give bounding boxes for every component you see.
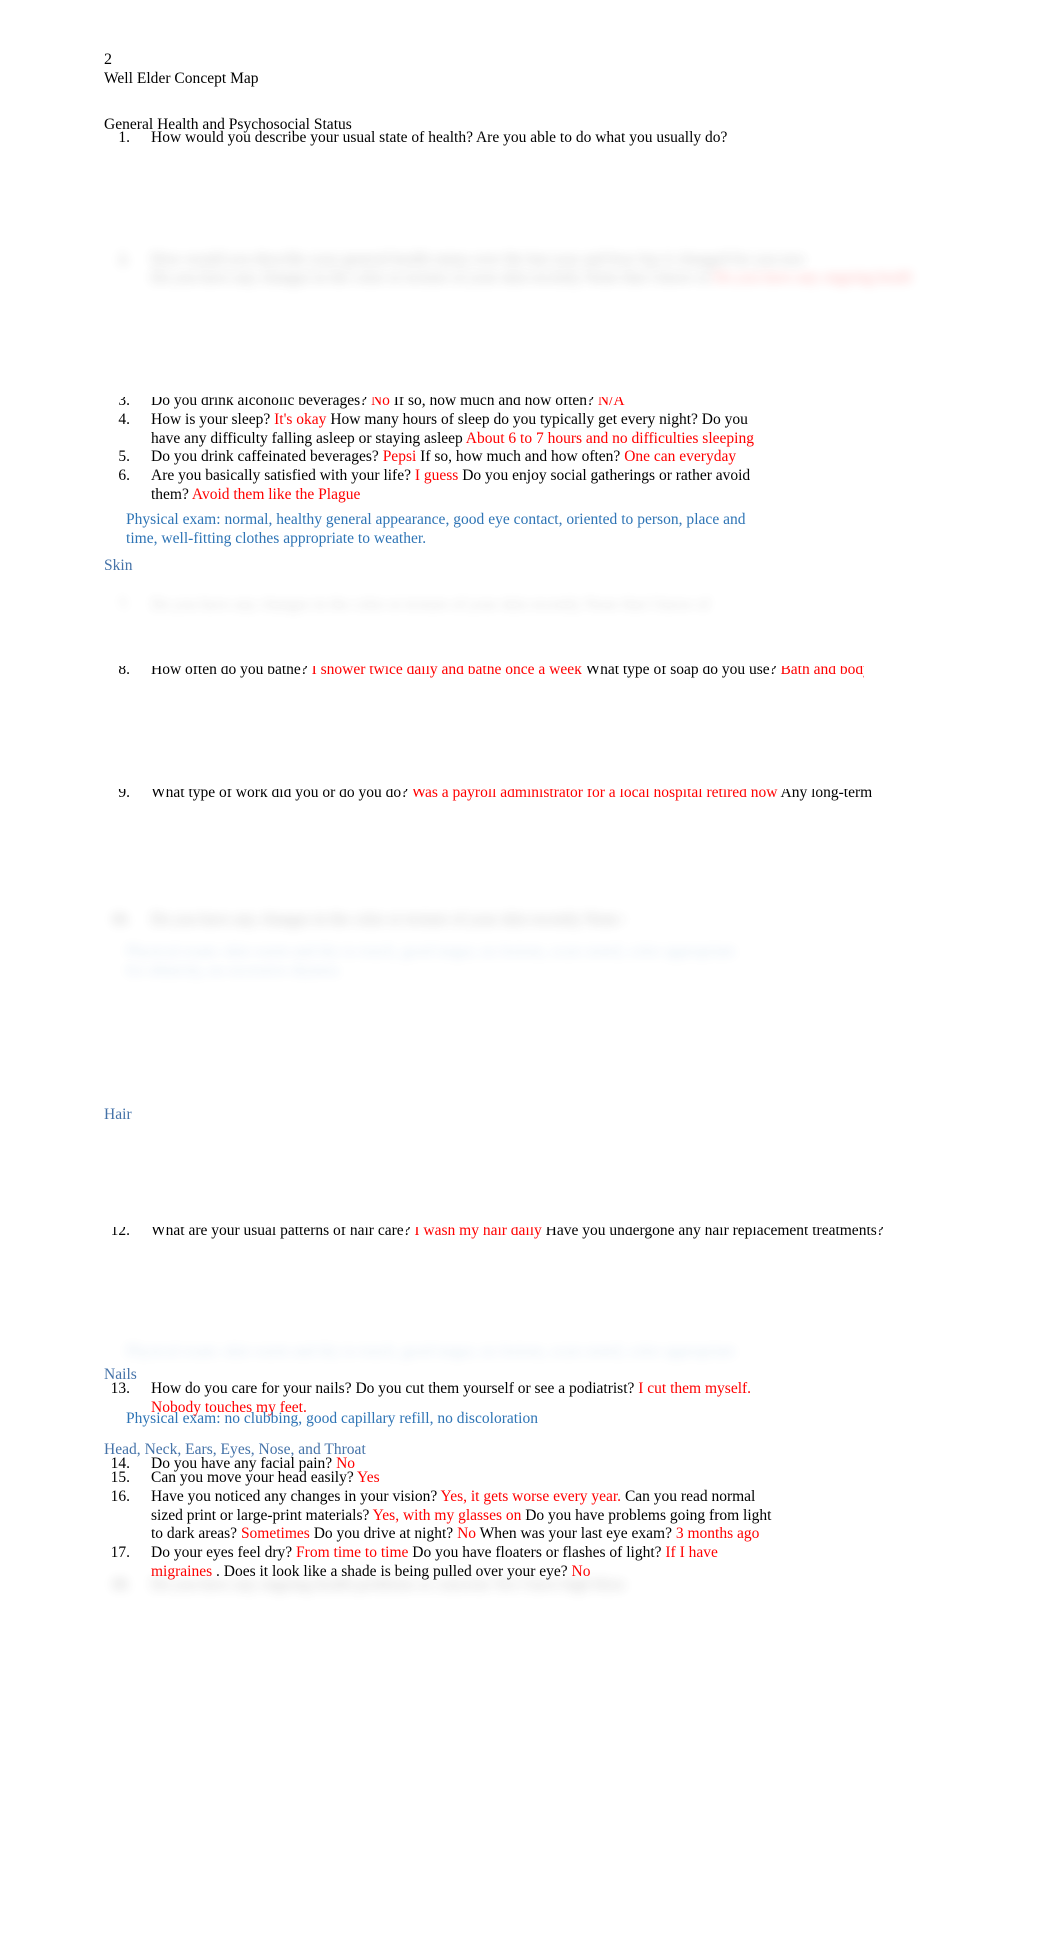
- list-number: 5.: [118, 448, 130, 465]
- redacted-text: Do you have any ongoing health problems …: [151, 1576, 624, 1593]
- question-text-2: Do you have floaters or flashes of light…: [412, 1544, 666, 1561]
- question-text: Do you drink alcoholic beverages?: [151, 397, 371, 409]
- list-number: 2.: [118, 251, 130, 268]
- answer-text-2: N/A: [597, 397, 625, 409]
- question-text: Have you noticed any changes in your vis…: [151, 1488, 441, 1505]
- section-heading-hair: Hair: [104, 1106, 132, 1123]
- answer-text: Was a payroll administrator for a local …: [411, 789, 781, 801]
- list-item-question-4: 4. How is your sleep? It's okay How many…: [104, 411, 764, 448]
- list-number: 16.: [110, 1488, 130, 1505]
- question-text-2: Any long-term: [780, 789, 873, 801]
- document-page: 2 Well Elder Concept Map General Health …: [0, 0, 1062, 1936]
- answer-text-2: One can everyday: [624, 448, 737, 465]
- question-text: What type of work did you or do you do?: [151, 789, 412, 801]
- list-item-question-3: 3. Do you drink alcoholic beverages? No …: [104, 397, 864, 410]
- redacted-question-2-line2: Do you have any changes in the color or …: [151, 269, 911, 288]
- question-text: Do you drink caffeinated beverages?: [151, 448, 383, 465]
- question-text: What are your usual patterns of hair car…: [151, 1227, 415, 1239]
- question-text-5: When was your last eye exam?: [479, 1525, 676, 1543]
- list-number: 6.: [118, 467, 130, 484]
- list-item-question-12: 12. What are your usual patterns of hair…: [104, 1227, 884, 1240]
- list-number: 9.: [118, 789, 130, 801]
- list-item-question-5: 5. Do you drink caffeinated beverages? P…: [104, 448, 784, 467]
- list-number: 15.: [110, 1469, 130, 1486]
- redacted-answer: Do you have any ongoing health problems …: [713, 269, 911, 286]
- answer-text: Yes, it gets worse every year.: [440, 1488, 625, 1505]
- physical-exam-nails: Physical exam: no clubbing, good capilla…: [126, 1410, 538, 1427]
- list-item-question-9: 9. What type of work did you or do you d…: [104, 789, 874, 802]
- list-number: 1.: [118, 129, 130, 146]
- answer-text-2: Avoid them like the Plague: [191, 485, 361, 503]
- list-number: 13.: [110, 1380, 130, 1397]
- redacted-question-10: 10. Do you have any changes in the color…: [104, 911, 624, 930]
- question-text: Can you move your head easily?: [151, 1469, 358, 1486]
- redacted-text: Do you have any changes in the color or …: [151, 596, 710, 613]
- answer-text: From time to time: [296, 1544, 413, 1561]
- answer-text: I guess: [414, 467, 463, 484]
- answer-text: Pepsi: [382, 448, 421, 465]
- answer-text-2: About 6 to 7 hours and no difficulties s…: [465, 429, 754, 447]
- list-number: 17.: [110, 1544, 130, 1561]
- list-number: 7.: [118, 596, 130, 613]
- list-number: 12.: [110, 1227, 130, 1239]
- question-text: How would you describe your usual state …: [151, 129, 728, 146]
- redacted-physical-exam-skin-line2: for ethnicity, no excessive dryness: [126, 962, 426, 981]
- document-title: Well Elder Concept Map: [104, 70, 259, 87]
- question-text: Do your eyes feel dry?: [151, 1544, 297, 1561]
- answer-text: It's okay: [274, 411, 331, 428]
- redacted-physical-exam-hair: Physical exam: skin warm and dry to touc…: [126, 1343, 746, 1362]
- question-text-2: Have you undergone any hair replacement …: [545, 1227, 884, 1239]
- list-number: 10.: [110, 911, 130, 928]
- list-item-question-1: 1. How would you describe your usual sta…: [104, 129, 804, 148]
- physical-exam-general-health: Physical exam: normal, healthy general a…: [126, 511, 746, 547]
- redacted-question-7: 7. Do you have any changes in the color …: [104, 596, 844, 615]
- answer-text-3: Sometimes: [240, 1525, 314, 1543]
- answer-text: I wash my hair daily: [414, 1227, 546, 1239]
- list-number: 3.: [118, 397, 130, 409]
- redacted-question-18: 18. Do you have any ongoing health probl…: [104, 1576, 624, 1595]
- answer-text-5: 3 months ago: [675, 1525, 760, 1543]
- answer-text-2: Bath and body: [780, 666, 864, 678]
- list-item-question-16: 16. Have you noticed any changes in your…: [104, 1488, 774, 1544]
- answer-text: No: [370, 397, 394, 409]
- question-text-2: If so, how much and how often?: [393, 397, 598, 409]
- redacted-text: Physical exam: skin warm and dry to touc…: [126, 1343, 736, 1360]
- list-item-question-15: 15. Can you move your head easily? Yes: [104, 1469, 704, 1488]
- question-text-2: What type of soap do you use?: [585, 666, 781, 678]
- redacted-text: Do you have any changes in the color or …: [151, 911, 624, 928]
- redacted-text: Physical exam: skin warm and dry to touc…: [126, 943, 736, 960]
- question-text-2: If so, how much and how often?: [420, 448, 625, 465]
- list-number: 4.: [118, 411, 130, 428]
- answer-text: I shower twice daily and bathe once a we…: [311, 666, 586, 678]
- list-number: 18.: [110, 1576, 130, 1593]
- answer-text-2: Yes, with my glasses on: [372, 1506, 526, 1524]
- list-item-question-8: 8. How often do you bathe? I shower twic…: [104, 666, 864, 679]
- redacted-text: for ethnicity, no excessive dryness: [126, 962, 339, 979]
- page-number: 2: [104, 51, 113, 68]
- question-text: How is your sleep?: [151, 411, 275, 428]
- question-text: Are you basically satisfied with your li…: [151, 467, 415, 484]
- question-text: How often do you bathe?: [151, 666, 312, 678]
- question-text-4: Do you drive at night?: [313, 1525, 458, 1543]
- answer-text-4: No: [457, 1525, 480, 1543]
- question-text: How do you care for your nails? Do you c…: [151, 1380, 639, 1397]
- list-item-question-6: 6. Are you basically satisfied with your…: [104, 467, 774, 504]
- redacted-question-2: 2. How would you describe your general h…: [104, 251, 804, 270]
- answer-text: Yes: [357, 1469, 380, 1486]
- redacted-text: How would you describe your general heal…: [151, 251, 804, 268]
- list-number: 8.: [118, 666, 130, 678]
- redacted-text: Do you have any changes in the color or …: [151, 269, 710, 286]
- redacted-physical-exam-skin: Physical exam: skin warm and dry to touc…: [126, 943, 776, 962]
- section-heading-skin: Skin: [104, 557, 133, 574]
